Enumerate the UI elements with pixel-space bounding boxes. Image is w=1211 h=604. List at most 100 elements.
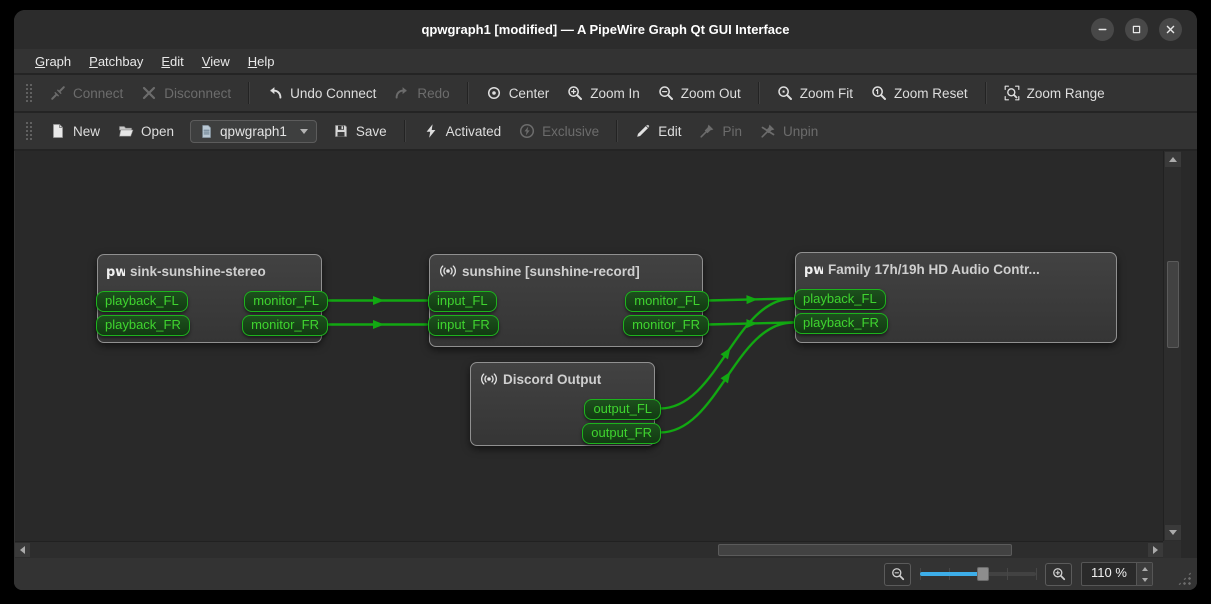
graph-node-discord[interactable]: Discord Outputoutput_FLoutput_FR	[470, 362, 655, 446]
slider-tick	[1036, 568, 1037, 580]
pin-icon	[699, 123, 715, 139]
zoom-range-button[interactable]: Zoom Range	[995, 80, 1114, 106]
port-monitor_FL[interactable]: monitor_FL	[244, 291, 328, 312]
pipewire-icon: pw	[805, 260, 823, 278]
menu-patchbay[interactable]: Patchbay	[80, 52, 152, 71]
toolbar-separator	[985, 82, 987, 104]
zoom-reset-button[interactable]: Zoom Reset	[862, 80, 977, 106]
zoom-in-button[interactable]	[1045, 563, 1072, 586]
zoom-spin-up-button[interactable]	[1137, 563, 1152, 574]
wire-arrow-icon	[373, 296, 384, 305]
horizontal-scroll-thumb[interactable]	[718, 544, 1012, 556]
window-controls	[1091, 18, 1182, 41]
zoom-spin-down-button[interactable]	[1137, 574, 1152, 585]
undo-icon	[267, 85, 283, 101]
vertical-scrollbar[interactable]	[1163, 151, 1181, 541]
wire-arrow-icon	[746, 295, 757, 304]
graph-node-sunshine[interactable]: sunshine [sunshine-record] input_FL input_…	[429, 254, 703, 347]
toolbar-file: NewOpenqpwgraph1SaveActivatedExclusiveEd…	[14, 113, 1197, 151]
zoom-spinbox[interactable]: 110 %	[1081, 562, 1153, 586]
maximize-button[interactable]	[1125, 18, 1148, 41]
center-button[interactable]: Center	[477, 80, 559, 106]
wire-arrow-icon	[721, 348, 731, 360]
zoom-in-button[interactable]: Zoom In	[558, 80, 649, 106]
vertical-scroll-thumb[interactable]	[1167, 261, 1179, 348]
center-label: Center	[509, 86, 550, 101]
zoom-spin-buttons	[1136, 563, 1152, 585]
horizontal-scrollbar[interactable]	[15, 541, 1163, 558]
toolbar-separator	[616, 120, 618, 142]
undo-connect-label: Undo Connect	[290, 86, 376, 101]
resize-grip-icon[interactable]	[1177, 571, 1192, 586]
new-button[interactable]: New	[41, 118, 109, 144]
zoom-slider[interactable]	[920, 565, 1036, 583]
node-header: pwsink-sunshine-stereo	[98, 255, 321, 280]
zoom-fit-label: Zoom Fit	[800, 86, 853, 101]
port-playback_FL[interactable]: playback_FL	[794, 289, 886, 310]
minimize-button[interactable]	[1091, 18, 1114, 41]
zoom-slider-fill	[920, 572, 983, 576]
graph-node-sink[interactable]: pwsink-sunshine-stereo playback_FLplaybac…	[97, 254, 322, 343]
toolbar-separator	[404, 120, 406, 142]
toolbar-drag-handle[interactable]	[25, 83, 32, 103]
edit-label: Edit	[658, 124, 681, 139]
maximize-icon	[1129, 22, 1144, 37]
toolbar-drag-handle[interactable]	[25, 121, 32, 141]
activated-icon	[423, 123, 439, 139]
node-header: Discord Output	[471, 363, 654, 388]
node-header: pwFamily 17h/19h HD Audio Contr...	[796, 253, 1116, 278]
app-window: qpwgraph1 [modified] — A PipeWire Graph …	[14, 10, 1197, 590]
zoom-slider-handle[interactable]	[977, 567, 989, 581]
close-button[interactable]	[1159, 18, 1182, 41]
port-playback_FL[interactable]: playback_FL	[96, 291, 188, 312]
chevron-down-icon	[300, 129, 308, 134]
node-title: sink-sunshine-stereo	[130, 264, 266, 279]
port-output_FR[interactable]: output_FR	[582, 423, 661, 444]
scroll-left-button[interactable]	[15, 543, 30, 557]
edit-button[interactable]: Edit	[626, 118, 690, 144]
redo-button: Redo	[385, 80, 458, 106]
minimize-icon	[1095, 22, 1110, 37]
titlebar[interactable]: qpwgraph1 [modified] — A PipeWire Graph …	[14, 10, 1197, 49]
menu-graph[interactable]: Graph	[26, 52, 80, 71]
undo-connect-button[interactable]: Undo Connect	[258, 80, 385, 106]
activated-button[interactable]: Activated	[414, 118, 511, 144]
save-button[interactable]: Save	[324, 118, 396, 144]
slider-tick	[1007, 568, 1008, 580]
statusbar: 110 %	[14, 558, 1197, 590]
menu-view[interactable]: View	[193, 52, 239, 71]
port-playback_FR[interactable]: playback_FR	[96, 315, 190, 336]
port-input_FL[interactable]: input_FL	[428, 291, 497, 312]
scroll-down-button[interactable]	[1165, 525, 1181, 540]
unpin-label: Unpin	[783, 124, 818, 139]
center-icon	[486, 85, 502, 101]
zoom-out-button[interactable]	[884, 563, 911, 586]
scrollbar-corner	[1163, 541, 1181, 558]
open-button[interactable]: Open	[109, 118, 183, 144]
node-title: sunshine [sunshine-record]	[462, 264, 640, 279]
menu-edit[interactable]: Edit	[152, 52, 192, 71]
node-header: sunshine [sunshine-record]	[430, 255, 702, 280]
port-playback_FR[interactable]: playback_FR	[794, 313, 888, 334]
toolbar-separator	[248, 82, 250, 104]
port-monitor_FL[interactable]: monitor_FL	[625, 291, 709, 312]
graph-node-family[interactable]: pwFamily 17h/19h HD Audio Contr... playba…	[795, 252, 1117, 343]
node-title: Discord Output	[503, 372, 601, 387]
zoom-reset-icon	[871, 85, 887, 101]
toolbar-main: ConnectDisconnectUndo ConnectRedoCenterZ…	[14, 75, 1197, 113]
close-icon	[1163, 22, 1178, 37]
zoom-value: 110 %	[1082, 563, 1136, 585]
port-output_FL[interactable]: output_FL	[584, 399, 661, 420]
wire-arrow-icon	[373, 320, 384, 329]
scroll-up-button[interactable]	[1165, 152, 1181, 167]
port-input_FR[interactable]: input_FR	[428, 315, 499, 336]
zoom-fit-button[interactable]: Zoom Fit	[768, 80, 862, 106]
zoom-out-button[interactable]: Zoom Out	[649, 80, 750, 106]
zoom-fit-icon	[777, 85, 793, 101]
patchbay-file-combobox[interactable]: qpwgraph1	[190, 120, 317, 143]
scroll-right-button[interactable]	[1148, 543, 1163, 557]
menu-help[interactable]: Help	[239, 52, 284, 71]
port-monitor_FR[interactable]: monitor_FR	[623, 315, 709, 336]
graph-canvas[interactable]: pwsink-sunshine-stereoplayback_FLplaybac…	[15, 151, 1163, 541]
port-monitor_FR[interactable]: monitor_FR	[242, 315, 328, 336]
